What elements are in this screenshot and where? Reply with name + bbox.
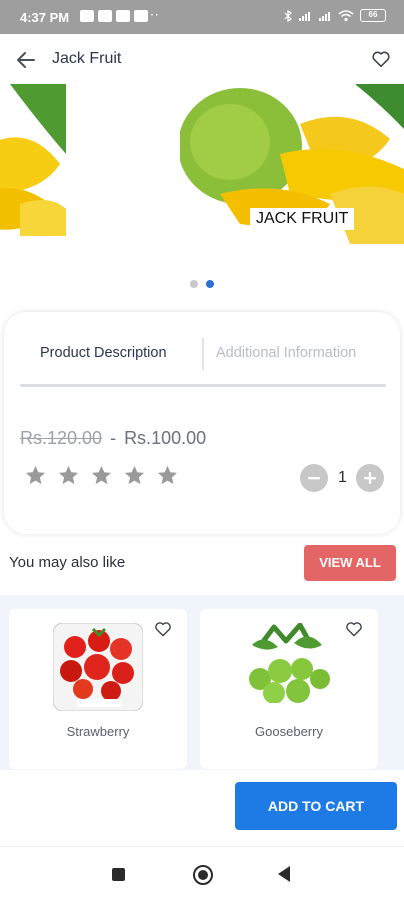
back-triangle-icon[interactable]	[278, 866, 290, 882]
gallery-notification-icon	[80, 10, 94, 22]
add-to-cart-button[interactable]: ADD TO CART	[235, 782, 397, 830]
signal-icon	[319, 11, 330, 21]
status-bar: 4:37 PM ⋯ 66	[0, 0, 404, 34]
heart-outline-icon[interactable]	[344, 619, 364, 639]
notification-icons	[80, 10, 148, 22]
tab-product-description[interactable]: Product Description	[20, 334, 202, 372]
price-separator: -	[110, 428, 117, 448]
recent-apps-icon[interactable]	[112, 868, 125, 881]
carousel-dot-active[interactable]	[206, 280, 214, 288]
wifi-icon	[338, 9, 354, 21]
more-notifications-icon: ⋯	[145, 6, 160, 22]
system-icons: 66	[284, 9, 386, 22]
minus-icon	[308, 477, 320, 480]
gooseberry-image	[244, 623, 334, 711]
plus-icon	[364, 472, 376, 484]
price-row: Rs.120.00 - Rs.100.00	[20, 428, 206, 449]
quantity-value: 1	[338, 469, 347, 486]
current-price: Rs.100.00	[124, 428, 207, 448]
arrow-left-icon[interactable]	[14, 48, 38, 72]
heart-outline-icon[interactable]	[153, 619, 173, 639]
section-title: You may also like	[9, 554, 126, 571]
product-name: Strawberry	[66, 724, 130, 739]
carousel-indicator	[0, 280, 404, 288]
star-icon[interactable]	[123, 464, 146, 487]
carousel-dot[interactable]	[190, 280, 198, 288]
status-time: 4:37 PM	[20, 10, 70, 25]
star-icon[interactable]	[24, 464, 47, 487]
view-all-button[interactable]: VIEW ALL	[304, 545, 396, 581]
product-name: Gooseberry	[255, 724, 323, 739]
slide-caption: JACK FRUIT	[250, 208, 355, 230]
product-details-card: Product Description Additional Informati…	[4, 312, 400, 534]
battery-icon: 66	[360, 9, 386, 22]
carousel-slide-current[interactable]: JACK FRUIT	[180, 84, 404, 250]
message-notification-icon	[116, 10, 130, 22]
heart-outline-icon[interactable]	[370, 48, 392, 70]
star-icon[interactable]	[57, 464, 80, 487]
strawberry-image	[53, 623, 143, 711]
page-title: Jack Fruit	[52, 50, 122, 67]
old-price: Rs.120.00	[20, 428, 103, 448]
quantity-stepper: 1	[300, 464, 384, 492]
jackfruit-image	[0, 84, 66, 236]
increment-button[interactable]	[356, 464, 384, 492]
star-icon[interactable]	[90, 464, 113, 487]
star-icon[interactable]	[156, 464, 179, 487]
rating-stars[interactable]	[24, 464, 179, 487]
home-icon[interactable]	[193, 865, 213, 885]
top-bar: Jack Fruit	[0, 34, 404, 84]
tabs-underline	[20, 384, 386, 387]
message-notification-icon	[98, 10, 112, 22]
product-page: 4:37 PM ⋯ 66 Jack Fruit JACK FRUIT Produ…	[0, 0, 404, 900]
signal-icon	[299, 11, 310, 21]
tab-additional-information[interactable]: Additional Information	[204, 334, 386, 372]
carousel-slide-previous[interactable]	[0, 84, 66, 236]
details-tabs: Product Description Additional Informati…	[20, 334, 386, 382]
image-carousel[interactable]: JACK FRUIT	[0, 84, 404, 250]
product-card-gooseberry[interactable]: Gooseberry	[200, 609, 378, 769]
related-products-list[interactable]: Strawberry Gooseberry	[0, 595, 404, 770]
product-card-strawberry[interactable]: Strawberry	[9, 609, 187, 769]
decrement-button[interactable]	[300, 464, 328, 492]
bluetooth-icon	[284, 9, 292, 22]
system-navigation-bar	[0, 846, 404, 900]
